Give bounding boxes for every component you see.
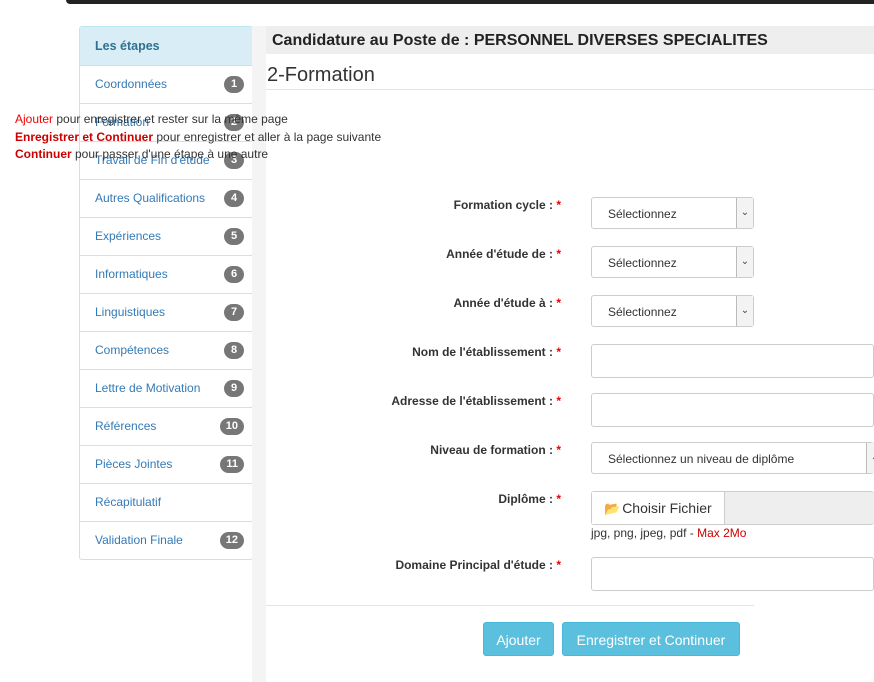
chevron-down-icon: ⌄ xyxy=(736,198,753,228)
adresse-etablissement-label: Adresse de l'établissement : * xyxy=(391,394,561,408)
divider xyxy=(266,89,874,90)
chevron-down-icon: ⌄ xyxy=(866,443,874,473)
steps-sidebar: Les étapes Coordonnées 1 Formation 2 Trava… xyxy=(79,26,253,560)
save-continue-button[interactable]: Enregistrer et Continuer xyxy=(562,622,740,656)
instruction-line-2: Enregistrer et Continuer pour enregistre… xyxy=(15,130,381,144)
niveau-formation-select[interactable]: Sélectionnez un niveau de diplôme ⌄ xyxy=(591,442,874,474)
folder-open-icon: 📂 xyxy=(604,501,621,516)
required-mark: * xyxy=(556,558,561,572)
section-title: 2-Formation xyxy=(267,64,375,86)
select-value: Sélectionnez un niveau de diplôme xyxy=(608,452,795,466)
step-badge: 8 xyxy=(224,342,244,359)
sidebar-item-informatiques[interactable]: Informatiques 6 xyxy=(80,256,252,294)
annee-de-label: Année d'étude de : * xyxy=(446,247,561,261)
diplome-label: Diplôme : * xyxy=(498,492,561,506)
annee-a-label: Année d'étude à : * xyxy=(453,296,561,310)
nom-etablissement-input[interactable] xyxy=(591,344,874,378)
sidebar-item-references[interactable]: Références 10 xyxy=(80,408,252,446)
required-mark: * xyxy=(556,492,561,506)
select-value: Sélectionnez xyxy=(608,256,677,270)
sidebar-item-label: Récapitulatif xyxy=(95,495,162,509)
sidebar-item-experiences[interactable]: Expériences 5 xyxy=(80,218,252,256)
select-value: Sélectionnez xyxy=(608,207,677,221)
add-button[interactable]: Ajouter xyxy=(483,622,554,656)
sidebar-item-autres-qualifications[interactable]: Autres Qualifications 4 xyxy=(80,180,252,218)
choose-file-button[interactable]: 📂 Choisir Fichier xyxy=(592,492,725,524)
required-mark: * xyxy=(556,345,561,359)
niveau-formation-label: Niveau de formation : * xyxy=(430,443,561,457)
sidebar-item-label: Références xyxy=(95,419,157,433)
sidebar-item-label: Expériences xyxy=(95,229,162,243)
required-mark: * xyxy=(556,443,561,457)
instruction-key: Enregistrer et Continuer xyxy=(15,130,154,144)
required-mark: * xyxy=(556,198,561,212)
annee-a-select[interactable]: Sélectionnez ⌄ xyxy=(591,295,754,327)
sidebar-item-linguistiques[interactable]: Linguistiques 7 xyxy=(80,294,252,332)
sidebar-item-coordonnees[interactable]: Coordonnées 1 xyxy=(80,66,252,104)
file-max-size: Max 2Mo xyxy=(697,526,747,540)
top-bar xyxy=(66,0,874,4)
instruction-text: pour passer d'une étape à une autre xyxy=(71,147,269,161)
step-badge: 9 xyxy=(224,380,244,397)
sidebar-item-label: Lettre de Motivation xyxy=(95,381,201,395)
sidebar-item-label: Pièces Jointes xyxy=(95,457,173,471)
sidebar-item-pieces-jointes[interactable]: Pièces Jointes 11 xyxy=(80,446,252,484)
nom-etablissement-label: Nom de l'établissement : * xyxy=(412,345,561,359)
sidebar-item-label: Compétences xyxy=(95,343,170,357)
domaine-label: Domaine Principal d'étude : * xyxy=(395,558,561,572)
chevron-down-icon: ⌄ xyxy=(736,296,753,326)
domaine-input[interactable] xyxy=(591,557,874,591)
step-badge: 12 xyxy=(219,532,244,549)
instruction-text: pour enregistrer et rester sur la même p… xyxy=(53,112,288,126)
formation-cycle-select[interactable]: Sélectionnez ⌄ xyxy=(591,197,754,229)
diplome-file-input[interactable]: 📂 Choisir Fichier xyxy=(591,491,874,525)
required-mark: * xyxy=(556,296,561,310)
required-mark: * xyxy=(556,247,561,261)
step-badge: 6 xyxy=(224,266,244,283)
sidebar-item-recapitulatif[interactable]: Récapitulatif xyxy=(80,484,252,522)
sidebar-item-label: Informatiques xyxy=(95,267,168,281)
adresse-etablissement-input[interactable] xyxy=(591,393,874,427)
sidebar-item-label: Coordonnées xyxy=(95,77,168,91)
select-value: Sélectionnez xyxy=(608,305,677,319)
divider xyxy=(266,605,754,606)
choose-file-label: Choisir Fichier xyxy=(622,500,712,516)
chevron-down-icon: ⌄ xyxy=(736,247,753,277)
instruction-line-3: Continuer pour passer d'une étape à une … xyxy=(15,147,268,161)
sidebar-item-validation-finale[interactable]: Validation Finale 12 xyxy=(80,522,252,559)
sidebar-item-label: Validation Finale xyxy=(95,533,183,547)
required-mark: * xyxy=(556,394,561,408)
formation-cycle-label: Formation cycle : * xyxy=(453,198,561,212)
step-badge: 7 xyxy=(224,304,244,321)
step-badge: 1 xyxy=(224,76,244,93)
sidebar-item-label: Linguistiques xyxy=(95,305,166,319)
annee-de-select[interactable]: Sélectionnez ⌄ xyxy=(591,246,754,278)
step-badge: 10 xyxy=(219,418,244,435)
file-hint: jpg, png, jpeg, pdf - Max 2Mo xyxy=(591,526,747,540)
instruction-line-1: Ajouter pour enregistrer et rester sur l… xyxy=(15,112,288,126)
step-badge: 5 xyxy=(224,228,244,245)
sidebar-title: Les étapes xyxy=(80,27,252,66)
sidebar-item-lettre-motivation[interactable]: Lettre de Motivation 9 xyxy=(80,370,252,408)
page-title: Candidature au Poste de : PERSONNEL DIVE… xyxy=(272,32,768,49)
step-badge: 4 xyxy=(224,190,244,207)
sidebar-item-competences[interactable]: Compétences 8 xyxy=(80,332,252,370)
instruction-text: pour enregistrer et aller à la page suiv… xyxy=(153,130,382,144)
sidebar-item-label: Autres Qualifications xyxy=(95,191,206,205)
page-title-bar: Candidature au Poste de : PERSONNEL DIVE… xyxy=(266,26,874,54)
step-badge: 11 xyxy=(220,456,244,473)
instruction-key: Ajouter xyxy=(15,112,54,126)
instruction-key: Continuer xyxy=(15,147,72,161)
